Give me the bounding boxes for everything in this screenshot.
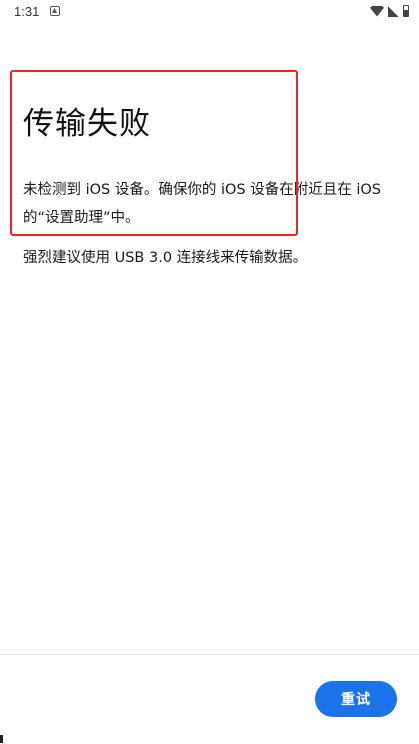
notification-icon — [50, 6, 60, 16]
wifi-icon — [370, 5, 384, 17]
corner-mark — [0, 735, 3, 743]
main-content: 传输失败 未检测到 iOS 设备。确保你的 iOS 设备在附近且在 iOS 的“… — [23, 100, 396, 272]
bottom-divider — [0, 654, 419, 655]
transfer-failed-screen: 1:31 传输失败 未检测到 iOS 设备。确保你的 iOS 设备在附近且在 i… — [0, 0, 419, 744]
battery-icon — [403, 5, 409, 17]
status-bar: 1:31 — [0, 0, 419, 24]
error-description: 未检测到 iOS 设备。确保你的 iOS 设备在附近且在 iOS 的“设置助理”… — [23, 182, 381, 226]
usb-recommendation: 强烈建议使用 USB 3.0 连接线来传输数据。 — [23, 250, 308, 266]
page-title: 传输失败 — [23, 106, 151, 142]
status-icons — [370, 4, 409, 18]
cellular-signal-icon — [388, 5, 399, 17]
retry-button[interactable]: 重试 — [315, 681, 397, 717]
status-time: 1:31 — [14, 4, 40, 19]
